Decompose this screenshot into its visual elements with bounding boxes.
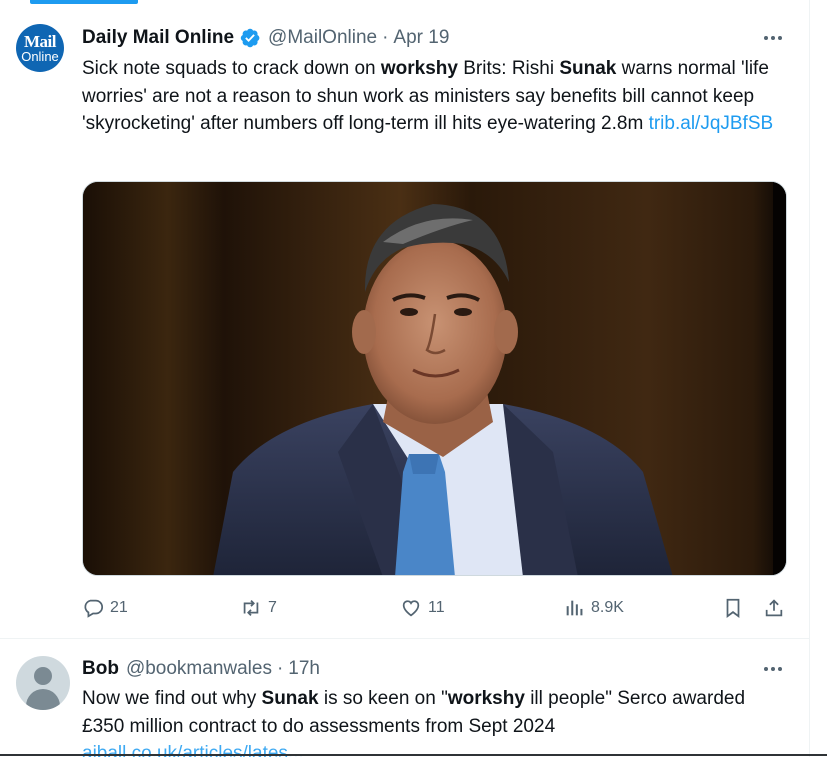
tweet-photo[interactable] xyxy=(82,181,787,576)
reply-count: 21 xyxy=(110,599,128,616)
highlighted-term: workshy xyxy=(380,58,458,79)
tweet-timestamp[interactable]: Apr 19 xyxy=(393,27,449,49)
column-divider xyxy=(809,0,810,757)
repost-arrows-icon xyxy=(243,600,259,616)
photo-portrait xyxy=(83,182,786,575)
tweet-text: Now we find out why Sunak is so keen on … xyxy=(82,685,787,757)
tweet-header: Bob @bookmanwales · 17h xyxy=(82,657,320,681)
avatar-shoulders-shape xyxy=(26,689,60,710)
tweet-timestamp[interactable]: 17h xyxy=(288,658,320,680)
text-segment: Brits: Rishi xyxy=(457,58,560,79)
tweet-actions: 21 7 11 8.9K xyxy=(82,596,787,620)
tweet-text: Sick note squads to crack down on worksh… xyxy=(82,55,787,138)
tweet-link[interactable]: trib.al/JqJBfSB xyxy=(649,113,774,134)
repost-count: 7 xyxy=(268,599,277,616)
author-name[interactable]: Daily Mail Online xyxy=(82,27,234,49)
view-count: 8.9K xyxy=(591,599,624,616)
repost-button[interactable]: 7 xyxy=(240,596,277,620)
separator-dot: · xyxy=(382,27,389,48)
text-segment: is so keen on " xyxy=(318,688,448,709)
more-dots-icon[interactable] xyxy=(761,657,785,681)
avatar-default-profile[interactable] xyxy=(16,656,70,710)
share-button[interactable] xyxy=(763,596,785,620)
like-button[interactable]: 11 xyxy=(400,596,445,620)
highlighted-term: Sunak xyxy=(261,688,319,709)
highlighted-term: workshy xyxy=(447,688,525,709)
avatar-head-shape xyxy=(34,667,52,685)
bar-chart-icon xyxy=(566,600,583,616)
verified-badge-icon xyxy=(239,27,261,49)
heart-icon xyxy=(402,600,420,617)
views-button[interactable]: 8.9K xyxy=(563,596,624,620)
text-segment: Now we find out why xyxy=(82,688,262,709)
author-handle[interactable]: @bookmanwales xyxy=(126,658,272,680)
author-name[interactable]: Bob xyxy=(82,658,119,680)
highlighted-term: Sunak xyxy=(559,58,617,79)
avatar-logo-text-top: Mail xyxy=(24,32,57,51)
avatar-mail-online[interactable]: Mail Online xyxy=(16,24,64,72)
like-count: 11 xyxy=(428,599,445,616)
more-dots-icon[interactable] xyxy=(761,26,785,50)
bottom-edge-line xyxy=(0,754,827,756)
avatar-logo-text-bottom: Online xyxy=(21,49,59,64)
tweet-daily-mail[interactable]: Mail Online Daily Mail Online @MailOnlin… xyxy=(0,0,809,639)
share-upload-icon xyxy=(765,599,783,617)
author-handle[interactable]: @MailOnline xyxy=(268,27,377,49)
separator-dot: · xyxy=(276,658,284,679)
bookmark-icon xyxy=(726,598,740,618)
tweet-bob[interactable]: Bob @bookmanwales · 17h Now we find out … xyxy=(0,639,809,757)
text-segment: Sick note squads to crack down on xyxy=(82,58,381,79)
reply-bubble-icon xyxy=(84,599,104,618)
tweet-header: Daily Mail Online @MailOnline · Apr 19 xyxy=(82,26,449,50)
reply-button[interactable]: 21 xyxy=(82,596,128,620)
bookmark-button[interactable] xyxy=(722,596,744,620)
